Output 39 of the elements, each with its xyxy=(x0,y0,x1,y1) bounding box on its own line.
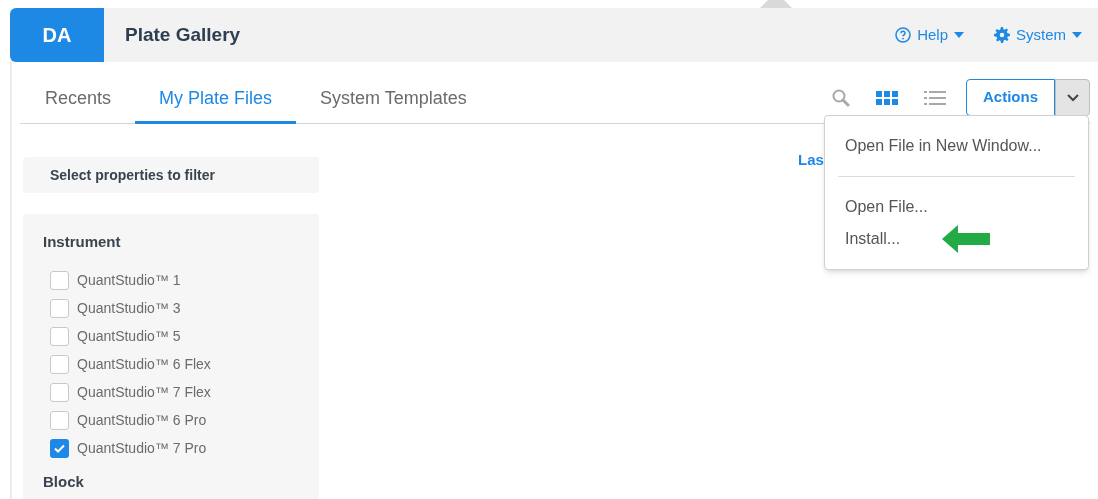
checkbox-label: QuantStudio™ 7 Flex xyxy=(77,383,211,402)
sort-label[interactable]: Las xyxy=(798,151,824,168)
app-logo: DA xyxy=(10,8,104,62)
checkbox-label: QuantStudio™ 6 Flex xyxy=(77,355,211,374)
menu-item[interactable]: Open File in New Window... xyxy=(825,134,1042,158)
checkbox-label: QuantStudio™ 3 xyxy=(77,299,181,318)
checkbox[interactable] xyxy=(50,327,69,346)
menu-item[interactable]: Open File... xyxy=(825,195,928,219)
search-icon[interactable] xyxy=(832,88,850,107)
checkbox[interactable] xyxy=(50,439,69,458)
tab[interactable]: Recents xyxy=(20,85,136,124)
caret-icon xyxy=(954,32,964,38)
page-title: Plate Gallery xyxy=(125,22,241,47)
menu-item[interactable]: Install... xyxy=(825,227,901,251)
checkbox-label: QuantStudio™ 6 Pro xyxy=(77,411,207,430)
help-menu[interactable]: Help xyxy=(895,23,964,47)
checkbox-label: QuantStudio™ 5 xyxy=(77,327,181,346)
checkbox[interactable] xyxy=(50,355,69,374)
help-icon xyxy=(895,27,912,43)
caret-icon xyxy=(1072,32,1082,38)
checkbox-label: QuantStudio™ 7 Pro xyxy=(77,439,207,458)
tab[interactable]: My Plate Files xyxy=(135,85,297,124)
system-menu[interactable]: System xyxy=(994,23,1082,47)
dropdown-toggle[interactable] xyxy=(1055,79,1090,116)
checkbox-label: QuantStudio™ 1 xyxy=(77,271,181,290)
list-view-icon[interactable] xyxy=(924,90,946,105)
checkbox[interactable] xyxy=(50,299,69,318)
checkbox[interactable] xyxy=(50,271,69,290)
grid-view-icon[interactable] xyxy=(876,90,898,105)
checkbox[interactable] xyxy=(50,411,69,430)
check-icon xyxy=(54,444,65,453)
tab[interactable]: System Templates xyxy=(296,85,491,124)
filter-group-title: Block xyxy=(43,471,85,492)
actions-button[interactable]: Actions xyxy=(966,79,1055,116)
chevron-down-icon xyxy=(1066,93,1079,102)
settings-icon xyxy=(994,27,1010,43)
filter-header: Select properties to filter xyxy=(23,157,319,193)
checkbox[interactable] xyxy=(50,383,69,402)
filter-group-title: Instrument xyxy=(43,232,122,252)
